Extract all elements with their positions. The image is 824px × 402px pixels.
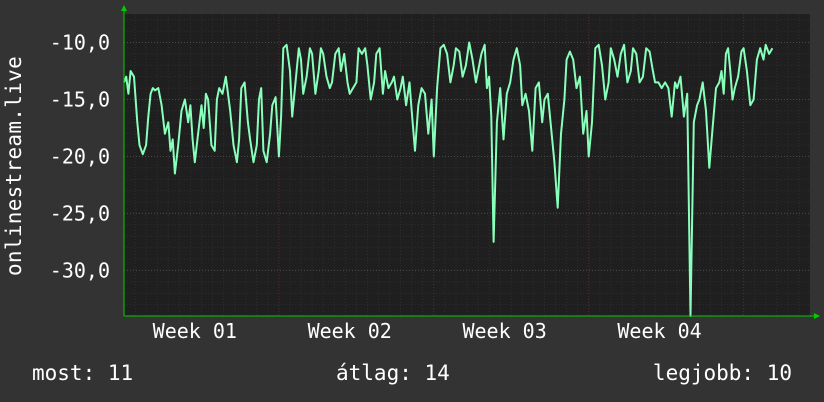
footer-average: átlag: 14: [336, 361, 450, 385]
x-tick-label: Week 01: [153, 319, 237, 343]
x-tick-label: Week 03: [462, 319, 546, 343]
y-tick-label: -10,0: [50, 30, 110, 54]
x-tick-labels: Week 01 Week 02 Week 03 Week 04: [153, 319, 702, 343]
y-axis-arrow: [121, 5, 127, 11]
y-tick-label: -20,0: [50, 144, 110, 168]
y-tick-label: -30,0: [50, 258, 110, 282]
chart-svg: -10,0 -15,0 -20,0 -25,0 -30,0 Week 01 Week 02…: [50, 5, 820, 343]
y-tick-label: -25,0: [50, 201, 110, 225]
x-tick-label: Week 04: [617, 319, 701, 343]
y-tick-label: -15,0: [50, 87, 110, 111]
x-tick-label: Week 02: [308, 319, 392, 343]
x-axis-arrow: [814, 313, 820, 319]
footer-best: legjobb: 10: [652, 361, 792, 385]
y-axis-label: onlinestream.live: [2, 55, 26, 277]
footer-now: most: 11: [32, 361, 134, 385]
y-tick-labels: -10,0 -15,0 -20,0 -25,0 -30,0: [50, 30, 110, 282]
